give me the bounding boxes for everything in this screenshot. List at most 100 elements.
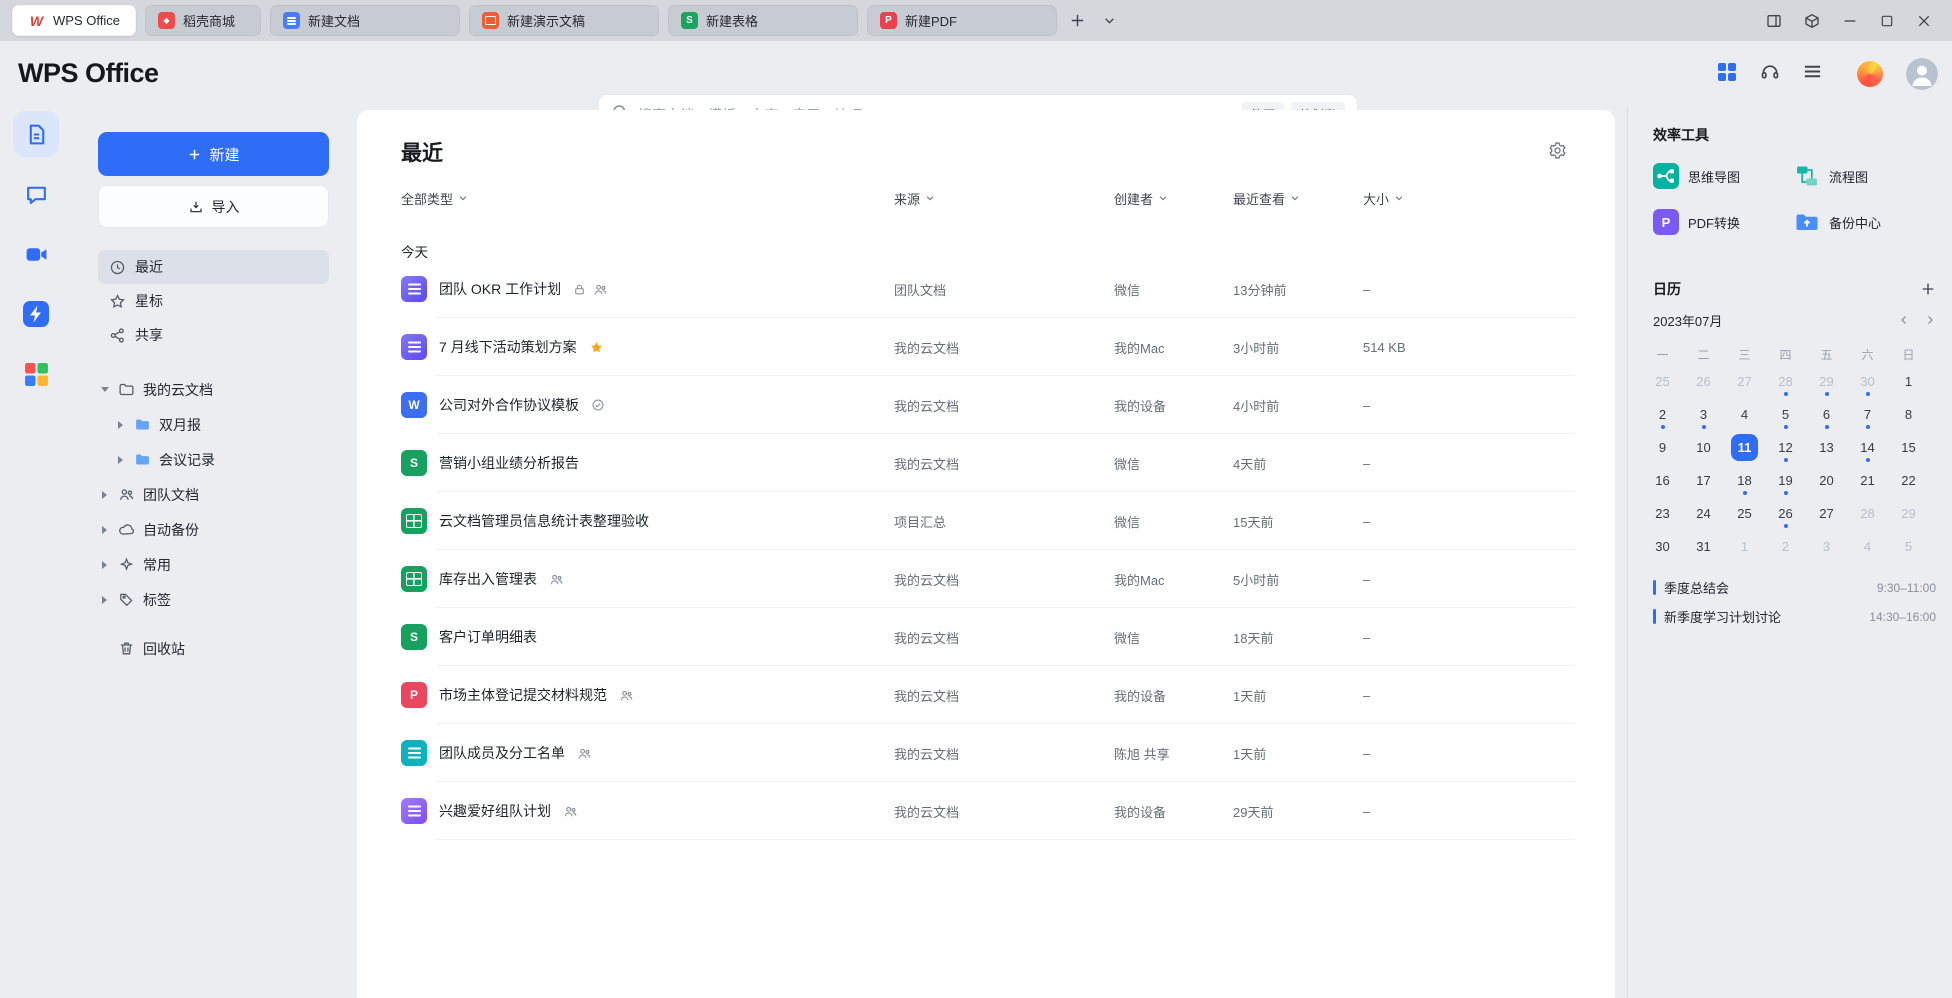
- window-tab-docer[interactable]: 稻壳商城: [145, 5, 261, 36]
- filter-dropdown-0[interactable]: 全部类型: [401, 189, 894, 208]
- day-cell[interactable]: 5: [1888, 530, 1929, 563]
- apps-grid-icon[interactable]: [1717, 62, 1737, 87]
- day-cell[interactable]: 3: [1683, 398, 1724, 431]
- user-avatar[interactable]: [1906, 58, 1938, 90]
- file-row[interactable]: 客户订单明细表 我的云文档 微信 18天前 –: [357, 608, 1615, 666]
- menu-icon[interactable]: [1803, 62, 1822, 86]
- day-cell[interactable]: 18: [1724, 464, 1765, 497]
- day-cell[interactable]: 30: [1642, 530, 1683, 563]
- file-row[interactable]: 团队成员及分工名单 我的云文档 陈旭 共享 1天前 –: [357, 724, 1615, 782]
- window-tab-writer[interactable]: 新建文档: [270, 5, 460, 36]
- minimize-icon[interactable]: [1842, 13, 1858, 29]
- sidebar-item-trash[interactable]: 回收站: [98, 631, 329, 666]
- tool-mindmap[interactable]: 思维导图: [1653, 161, 1794, 191]
- file-row[interactable]: 兴趣爱好组队计划 我的云文档 我的设备 29天前 –: [357, 782, 1615, 840]
- day-cell[interactable]: 25: [1642, 365, 1683, 398]
- day-cell[interactable]: 6: [1806, 398, 1847, 431]
- day-cell[interactable]: 20: [1806, 464, 1847, 497]
- file-row[interactable]: 市场主体登记提交材料规范 我的云文档 我的设备 1天前 –: [357, 666, 1615, 724]
- day-cell[interactable]: 17: [1683, 464, 1724, 497]
- sidebar-item-clock[interactable]: 最近: [98, 250, 329, 284]
- day-cell[interactable]: 4: [1724, 398, 1765, 431]
- window-tab-wps[interactable]: WPS Office: [12, 5, 136, 36]
- calendar-event[interactable]: 新季度学习计划讨论 14:30–16:00: [1653, 602, 1936, 631]
- sidebar-tree-team[interactable]: 团队文档: [98, 477, 329, 512]
- day-cell[interactable]: 4: [1847, 530, 1888, 563]
- calendar-event[interactable]: 季度总结会 9:30–11:00: [1653, 573, 1936, 602]
- close-icon[interactable]: [1916, 13, 1932, 29]
- rail-item-meetings[interactable]: [13, 231, 59, 277]
- day-cell[interactable]: 3: [1806, 530, 1847, 563]
- file-row[interactable]: 公司对外合作协议模板 我的云文档 我的设备 4小时前 –: [357, 376, 1615, 434]
- day-cell[interactable]: 22: [1888, 464, 1929, 497]
- day-cell[interactable]: 1: [1724, 530, 1765, 563]
- file-row[interactable]: 云文档管理员信息统计表整理验收 项目汇总 微信 15天前 –: [357, 492, 1615, 550]
- window-tab-slides[interactable]: 新建演示文稿: [469, 5, 659, 36]
- sidebar-tree-tag[interactable]: 标签: [98, 582, 329, 617]
- day-cell[interactable]: 27: [1724, 365, 1765, 398]
- day-cell[interactable]: 9: [1642, 431, 1683, 464]
- day-cell[interactable]: 24: [1683, 497, 1724, 530]
- sidebar-tree-backup[interactable]: 自动备份: [98, 512, 329, 547]
- day-cell[interactable]: 16: [1642, 464, 1683, 497]
- tool-backup-center[interactable]: 备份中心: [1794, 207, 1935, 237]
- day-cell[interactable]: 2: [1642, 398, 1683, 431]
- day-cell[interactable]: 25: [1724, 497, 1765, 530]
- window-tab-sheet[interactable]: 新建表格: [668, 5, 858, 36]
- filter-dropdown-3[interactable]: 最近查看: [1233, 189, 1363, 208]
- day-cell[interactable]: 13: [1806, 431, 1847, 464]
- day-cell[interactable]: 1: [1888, 365, 1929, 398]
- support-headset-icon[interactable]: [1760, 62, 1780, 87]
- calendar-next-icon[interactable]: [1924, 314, 1936, 326]
- day-cell[interactable]: 21: [1847, 464, 1888, 497]
- day-cell[interactable]: 19: [1765, 464, 1806, 497]
- file-row[interactable]: 营销小组业绩分析报告 我的云文档 微信 4天前 –: [357, 434, 1615, 492]
- day-cell[interactable]: 29: [1806, 365, 1847, 398]
- day-cell[interactable]: 29: [1888, 497, 1929, 530]
- rail-item-chat[interactable]: [13, 171, 59, 217]
- rail-item-documents[interactable]: [13, 111, 59, 157]
- day-cell[interactable]: 30: [1847, 365, 1888, 398]
- sidebar-tree-frequent[interactable]: 常用: [98, 547, 329, 582]
- caret-icon[interactable]: [114, 418, 127, 431]
- day-cell[interactable]: 31: [1683, 530, 1724, 563]
- sidebar-tree-folder[interactable]: 双月报: [98, 407, 329, 442]
- day-cell[interactable]: 26: [1765, 497, 1806, 530]
- day-cell[interactable]: 28: [1847, 497, 1888, 530]
- day-cell[interactable]: 23: [1642, 497, 1683, 530]
- tool-pdf-convert[interactable]: P PDF转换: [1653, 207, 1794, 237]
- file-row[interactable]: 库存出入管理表 我的云文档 我的Mac 5小时前 –: [357, 550, 1615, 608]
- day-cell-selected[interactable]: 11: [1724, 431, 1765, 464]
- rail-item-apps[interactable]: [13, 291, 59, 337]
- toggle-panel-icon[interactable]: [1766, 13, 1782, 29]
- add-event-icon[interactable]: [1920, 281, 1936, 297]
- filter-dropdown-4[interactable]: 大小: [1363, 189, 1571, 208]
- day-cell[interactable]: 10: [1683, 431, 1724, 464]
- caret-icon[interactable]: [98, 593, 111, 606]
- day-cell[interactable]: 28: [1765, 365, 1806, 398]
- day-cell[interactable]: 8: [1888, 398, 1929, 431]
- caret-icon[interactable]: [98, 558, 111, 571]
- day-cell[interactable]: 14: [1847, 431, 1888, 464]
- day-cell[interactable]: 2: [1765, 530, 1806, 563]
- window-tab-pdf[interactable]: 新建PDF: [867, 5, 1057, 36]
- file-row[interactable]: 团队 OKR 工作计划 团队文档 微信 13分钟前 –: [357, 260, 1615, 318]
- caret-icon[interactable]: [98, 383, 111, 396]
- calendar-prev-icon[interactable]: [1898, 314, 1910, 326]
- maximize-icon[interactable]: [1880, 14, 1894, 28]
- sidebar-tree-folder[interactable]: 会议记录: [98, 442, 329, 477]
- new-document-button[interactable]: 新建: [98, 132, 329, 176]
- tab-list-chevron-icon[interactable]: [1097, 8, 1123, 34]
- day-cell[interactable]: 12: [1765, 431, 1806, 464]
- wps-365-logo-icon[interactable]: [1857, 61, 1883, 87]
- caret-icon[interactable]: [114, 453, 127, 466]
- day-cell[interactable]: 5: [1765, 398, 1806, 431]
- workspace-box-icon[interactable]: [1804, 13, 1820, 29]
- caret-icon[interactable]: [98, 488, 111, 501]
- day-cell[interactable]: 15: [1888, 431, 1929, 464]
- sidebar-item-share[interactable]: 共享: [98, 318, 329, 352]
- rail-item-office-suite[interactable]: [13, 351, 59, 397]
- tool-flowchart[interactable]: 流程图: [1794, 161, 1935, 191]
- sidebar-item-star[interactable]: 星标: [98, 284, 329, 318]
- day-cell[interactable]: 26: [1683, 365, 1724, 398]
